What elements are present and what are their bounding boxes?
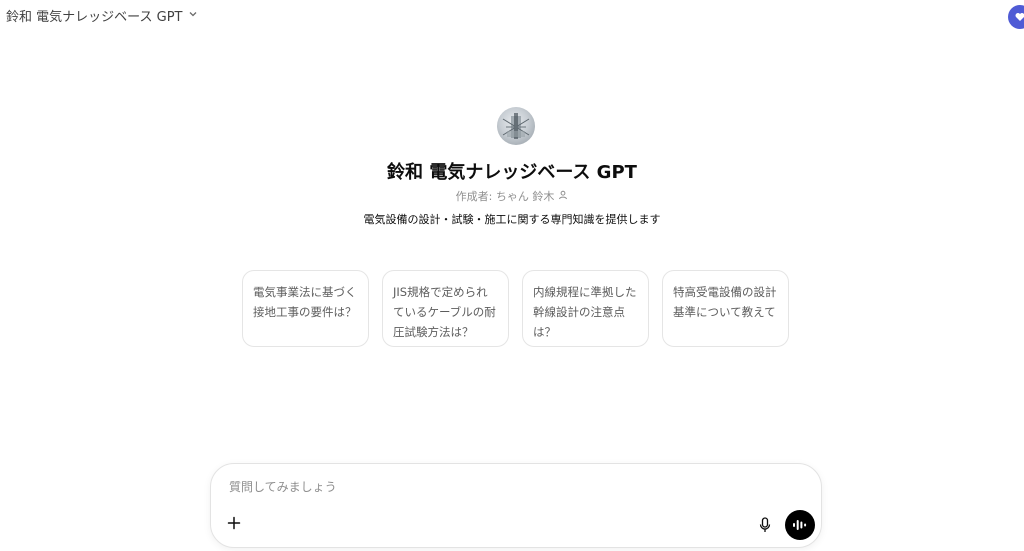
- voice-mode-icon[interactable]: [785, 510, 815, 540]
- author-label: 作成者: ちゃん 鈴木: [455, 190, 555, 203]
- message-composer: [210, 463, 822, 548]
- model-name: 鈴和 電気ナレッジベース GPT: [6, 10, 183, 25]
- suggestion-card[interactable]: JIS規格で定められているケーブルの耐圧試験方法は？: [382, 270, 509, 347]
- gpt-title: 鈴和 電気ナレッジベース GPT: [387, 162, 637, 183]
- author-line[interactable]: 作成者: ちゃん 鈴木: [0, 188, 1024, 204]
- plus-icon[interactable]: [223, 512, 245, 534]
- suggestion-card[interactable]: 特高受電設備の設計基準について教えて: [662, 270, 789, 347]
- gpt-description: 電気設備の設計・試験・施工に関する専門知識を提供します: [363, 213, 661, 226]
- chevron-down-icon: [188, 9, 198, 22]
- suggestion-cards: 電気事業法に基づく接地工事の要件は？ JIS規格で定められているケーブルの耐圧試…: [242, 270, 789, 347]
- person-icon: [558, 190, 568, 203]
- model-switcher[interactable]: 鈴和 電気ナレッジベース GPT: [4, 4, 200, 27]
- microphone-icon[interactable]: [755, 514, 775, 536]
- suggestion-card[interactable]: 内線規程に準拠した幹線設計の注意点は？: [522, 270, 649, 347]
- suggestion-card[interactable]: 電気事業法に基づく接地工事の要件は？: [242, 270, 369, 347]
- extension-badge-icon[interactable]: [1008, 5, 1024, 29]
- gpt-avatar: [497, 107, 535, 145]
- chat-page: 鈴和 電気ナレッジベース GPT 鈴和 電気ナレッジベース GPT 作成者: ち…: [0, 0, 1024, 551]
- prompt-input[interactable]: [229, 480, 789, 494]
- top-header: 鈴和 電気ナレッジベース GPT: [0, 0, 1024, 29]
